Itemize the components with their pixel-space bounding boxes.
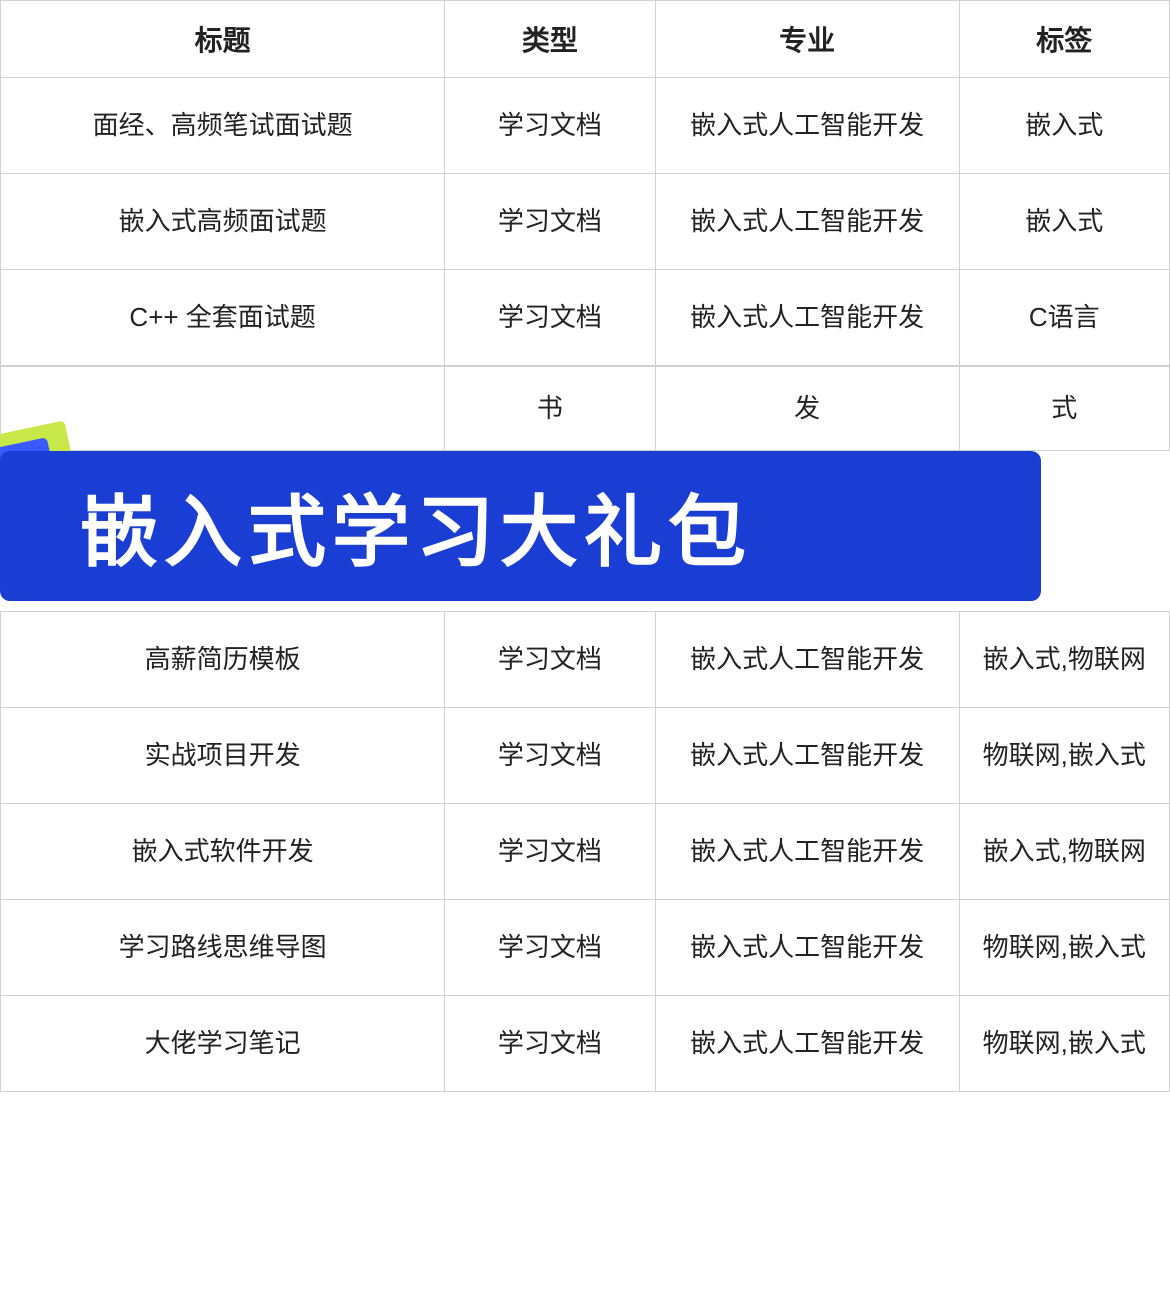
row-type: 学习文档: [445, 78, 655, 174]
table-row: 嵌入式软件开发 学习文档 嵌入式人工智能开发 嵌入式,物联网: [1, 804, 1170, 900]
table-row: 实战项目开发 学习文档 嵌入式人工智能开发 物联网,嵌入式: [1, 708, 1170, 804]
bottom-table: 高薪简历模板 学习文档 嵌入式人工智能开发 嵌入式,物联网 实战项目开发 学习文…: [0, 611, 1170, 1092]
row-type: 学习文档: [445, 900, 655, 996]
banner-section: 嵌入式学习大礼包: [0, 451, 1170, 611]
partial-major: 发: [655, 367, 959, 451]
header-col-type: 类型: [445, 1, 655, 78]
row-name: 大佬学习笔记: [1, 996, 445, 1092]
table-row: 学习路线思维导图 学习文档 嵌入式人工智能开发 物联网,嵌入式: [1, 900, 1170, 996]
row-name: 学习路线思维导图: [1, 900, 445, 996]
row-tag: 物联网,嵌入式: [959, 708, 1169, 804]
table-row: 高薪简历模板 学习文档 嵌入式人工智能开发 嵌入式,物联网: [1, 612, 1170, 708]
main-container: 标题 类型 专业 标签 面经、高频笔试面试题 学习文档 嵌入式人工智能开发 嵌入…: [0, 0, 1170, 1092]
row-major: 嵌入式人工智能开发: [655, 996, 959, 1092]
top-rows: 面经、高频笔试面试题 学习文档 嵌入式人工智能开发 嵌入式 嵌入式高频面试题 学…: [1, 78, 1170, 366]
row-type: 学习文档: [445, 612, 655, 708]
row-name: 实战项目开发: [1, 708, 445, 804]
row-major: 嵌入式人工智能开发: [655, 612, 959, 708]
row-tag: 嵌入式,物联网: [959, 612, 1169, 708]
row-name: 嵌入式高频面试题: [1, 174, 445, 270]
header-col-name: 标题: [1, 1, 445, 78]
row-type: 学习文档: [445, 996, 655, 1092]
row-name: 高薪简历模板: [1, 612, 445, 708]
row-tag: 物联网,嵌入式: [959, 996, 1169, 1092]
row-name: 面经、高频笔试面试题: [1, 78, 445, 174]
partial-table: 书 发 式: [0, 366, 1170, 451]
row-name: 嵌入式软件开发: [1, 804, 445, 900]
row-type: 学习文档: [445, 174, 655, 270]
table-row: 大佬学习笔记 学习文档 嵌入式人工智能开发 物联网,嵌入式: [1, 996, 1170, 1092]
row-major: 嵌入式人工智能开发: [655, 78, 959, 174]
row-tag: 嵌入式,物联网: [959, 804, 1169, 900]
row-major: 嵌入式人工智能开发: [655, 708, 959, 804]
content-table: 标题 类型 专业 标签 面经、高频笔试面试题 学习文档 嵌入式人工智能开发 嵌入…: [0, 0, 1170, 366]
table-row: 面经、高频笔试面试题 学习文档 嵌入式人工智能开发 嵌入式: [1, 78, 1170, 174]
header-col-tag: 标签: [959, 1, 1169, 78]
row-type: 学习文档: [445, 270, 655, 366]
table-row: C++ 全套面试题 学习文档 嵌入式人工智能开发 C语言: [1, 270, 1170, 366]
row-major: 嵌入式人工智能开发: [655, 270, 959, 366]
table-row: 嵌入式高频面试题 学习文档 嵌入式人工智能开发 嵌入式: [1, 174, 1170, 270]
header-col-major: 专业: [655, 1, 959, 78]
partial-tag: 式: [959, 367, 1169, 451]
row-major: 嵌入式人工智能开发: [655, 900, 959, 996]
header-row: 标题 类型 专业 标签: [1, 1, 1170, 78]
row-name: C++ 全套面试题: [1, 270, 445, 366]
row-tag: 物联网,嵌入式: [959, 900, 1169, 996]
bottom-rows: 高薪简历模板 学习文档 嵌入式人工智能开发 嵌入式,物联网 实战项目开发 学习文…: [1, 612, 1170, 1092]
banner-overlay: 嵌入式学习大礼包: [0, 451, 1041, 601]
row-tag: 嵌入式: [959, 78, 1169, 174]
row-type: 学习文档: [445, 708, 655, 804]
partial-type: 书: [445, 367, 655, 451]
partial-row: 书 发 式: [1, 367, 1170, 451]
row-type: 学习文档: [445, 804, 655, 900]
row-major: 嵌入式人工智能开发: [655, 174, 959, 270]
row-tag: 嵌入式: [959, 174, 1169, 270]
banner-text: 嵌入式学习大礼包: [80, 470, 752, 582]
row-major: 嵌入式人工智能开发: [655, 804, 959, 900]
row-tag: C语言: [959, 270, 1169, 366]
